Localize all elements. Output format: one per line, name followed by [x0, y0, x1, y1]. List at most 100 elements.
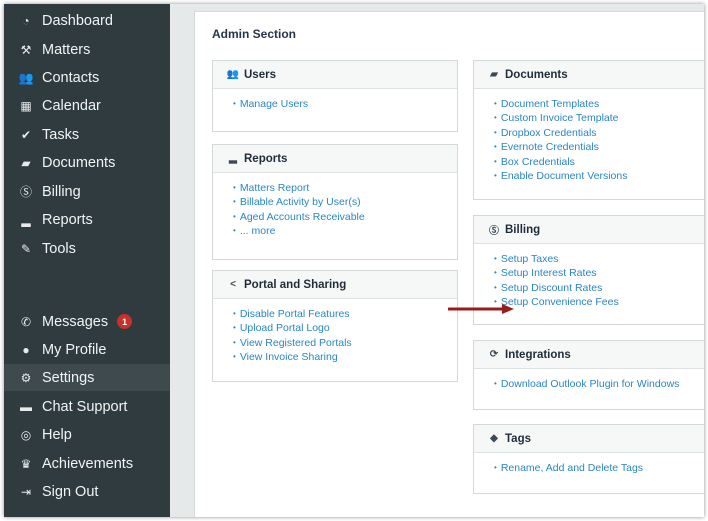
rename-add-delete-tags-link[interactable]: Rename, Add and Delete Tags [494, 461, 704, 475]
dashboard-icon: ◔ [22, 13, 30, 28]
sidebar-item-billing[interactable]: Ⓢ Billing [4, 178, 170, 205]
sidebar-item-label: Tasks [42, 126, 80, 143]
setup-discount-rates-link[interactable]: Setup Discount Rates [494, 281, 704, 295]
document-templates-link[interactable]: Document Templates [494, 97, 704, 111]
reports-card: ▂ Reports Matters Report Billable Activi… [212, 144, 458, 260]
sidebar-item-help[interactable]: ◎ Help [4, 421, 170, 448]
dropbox-credentials-link[interactable]: Dropbox Credentials [494, 126, 704, 140]
sync-icon: ⟳ [489, 349, 499, 360]
page-title: Admin Section [212, 27, 297, 41]
sidebar-item-reports[interactable]: ▂ Reports [4, 206, 170, 233]
app-window: ◔ Dashboard ⚒ Matters 👥 Contacts ▦ Calen… [4, 4, 704, 517]
sidebar-item-label: Tools [42, 240, 76, 257]
bar-chart-icon: ▂ [21, 212, 31, 227]
chat-icon: ▬ [20, 399, 32, 414]
contacts-icon: 👥 [18, 70, 34, 85]
sidebar-item-label: Reports [42, 211, 93, 228]
admin-panel: Admin Section 👥 Users Manage Users ▂ Rep… [194, 11, 704, 517]
sidebar-item-achievements[interactable]: ♛ Achievements [4, 450, 170, 477]
sidebar-item-label: Help [42, 426, 72, 443]
sidebar-item-label: Dashboard [42, 12, 113, 29]
tags-card-title: Tags [505, 432, 531, 445]
folder-icon: ▰ [21, 155, 31, 170]
wrench-icon: ✎ [20, 241, 32, 256]
sidebar-item-label: Messages [42, 313, 109, 330]
check-icon: ✔ [20, 127, 32, 142]
bar-chart-icon: ▂ [229, 153, 237, 164]
lifebuoy-icon: ◎ [20, 427, 32, 442]
sidebar-item-matters[interactable]: ⚒ Matters [4, 36, 170, 63]
sidebar-item-tasks[interactable]: ✔ Tasks [4, 121, 170, 148]
tags-card-header: ◆ Tags [474, 425, 704, 453]
portal-sharing-card: < Portal and Sharing Disable Portal Feat… [212, 270, 458, 382]
sidebar-item-documents[interactable]: ▰ Documents [4, 149, 170, 176]
setup-convenience-fees-link[interactable]: Setup Convenience Fees [494, 295, 704, 309]
tags-card: ◆ Tags Rename, Add and Delete Tags [473, 424, 704, 494]
box-credentials-link[interactable]: Box Credentials [494, 155, 704, 169]
disable-portal-features-link[interactable]: Disable Portal Features [233, 307, 457, 321]
matters-report-link[interactable]: Matters Report [233, 181, 457, 195]
documents-card: ▰ Documents Document Templates Custom In… [473, 60, 704, 200]
sidebar-item-calendar[interactable]: ▦ Calendar [4, 92, 170, 119]
setup-taxes-link[interactable]: Setup Taxes [494, 252, 704, 266]
upload-portal-logo-link[interactable]: Upload Portal Logo [233, 321, 457, 335]
folder-icon: ▰ [490, 69, 498, 80]
sidebar-item-label: Billing [42, 183, 81, 200]
reports-card-title: Reports [244, 152, 288, 165]
billable-activity-link[interactable]: Billable Activity by User(s) [233, 195, 457, 209]
tag-icon: ◆ [490, 433, 498, 444]
sidebar: ◔ Dashboard ⚒ Matters 👥 Contacts ▦ Calen… [4, 4, 170, 517]
gear-icon: ⚙ [20, 370, 32, 385]
message-count-badge: 1 [117, 314, 133, 329]
calendar-icon: ▦ [20, 98, 32, 113]
sidebar-item-settings[interactable]: ⚙ Settings [4, 364, 170, 391]
sidebar-item-label: Chat Support [42, 398, 128, 415]
trophy-icon: ♛ [20, 456, 32, 471]
users-card-header: 👥 Users [213, 61, 457, 89]
sidebar-item-label: My Profile [42, 341, 107, 358]
download-outlook-plugin-link[interactable]: Download Outlook Plugin for Windows [494, 377, 704, 391]
integrations-card: ⟳ Integrations Download Outlook Plugin f… [473, 340, 704, 410]
reports-card-header: ▂ Reports [213, 145, 457, 173]
portal-card-header: < Portal and Sharing [213, 271, 457, 299]
aged-accounts-receivable-link[interactable]: Aged Accounts Receivable [233, 210, 457, 224]
sidebar-item-label: Matters [42, 41, 91, 58]
manage-users-link[interactable]: Manage Users [233, 97, 457, 111]
sidebar-item-label: Achievements [42, 455, 134, 472]
sidebar-item-contacts[interactable]: 👥 Contacts [4, 64, 170, 91]
sign-out-icon: ⇥ [20, 484, 32, 499]
portal-card-title: Portal and Sharing [244, 278, 347, 291]
phone-icon: ✆ [20, 314, 32, 329]
sidebar-item-label: Calendar [42, 97, 101, 114]
integrations-card-header: ⟳ Integrations [474, 341, 704, 369]
sidebar-item-my-profile[interactable]: ● My Profile [4, 336, 170, 363]
integrations-card-title: Integrations [505, 348, 571, 361]
evernote-credentials-link[interactable]: Evernote Credentials [494, 140, 704, 154]
user-icon: ● [22, 342, 30, 357]
billing-icon: Ⓢ [489, 226, 499, 237]
sidebar-item-tools[interactable]: ✎ Tools [4, 235, 170, 262]
setup-interest-rates-link[interactable]: Setup Interest Rates [494, 266, 704, 280]
sidebar-item-dashboard[interactable]: ◔ Dashboard [4, 7, 170, 34]
billing-card-header: Ⓢ Billing [474, 216, 704, 244]
view-registered-portals-link[interactable]: View Registered Portals [233, 336, 457, 350]
documents-card-header: ▰ Documents [474, 61, 704, 89]
users-card: 👥 Users Manage Users [212, 60, 458, 132]
users-card-title: Users [244, 68, 276, 81]
more-reports-link[interactable]: ... more [233, 224, 457, 238]
users-icon: 👥 [226, 69, 240, 80]
sidebar-item-label: Settings [42, 369, 95, 386]
sidebar-item-label: Documents [42, 154, 116, 171]
sidebar-item-chat-support[interactable]: ▬ Chat Support [4, 393, 170, 420]
custom-invoice-template-link[interactable]: Custom Invoice Template [494, 111, 704, 125]
view-invoice-sharing-link[interactable]: View Invoice Sharing [233, 350, 457, 364]
share-icon: < [230, 279, 236, 290]
enable-document-versions-link[interactable]: Enable Document Versions [494, 169, 704, 183]
sidebar-item-label: Contacts [42, 69, 100, 86]
billing-card-title: Billing [505, 223, 541, 236]
billing-icon: Ⓢ [19, 185, 32, 199]
gavel-icon: ⚒ [20, 42, 32, 57]
sidebar-item-messages[interactable]: ✆ Messages 1 [4, 308, 170, 335]
sidebar-item-sign-out[interactable]: ⇥ Sign Out [4, 478, 170, 505]
main-content: Admin Section 👥 Users Manage Users ▂ Rep… [170, 4, 704, 517]
